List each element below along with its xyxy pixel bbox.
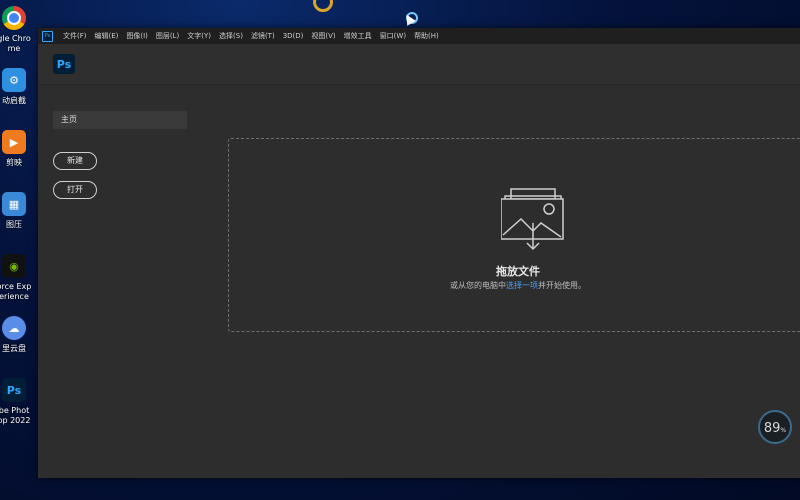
desktop-icon-compress[interactable]: ▦ 图压 xyxy=(0,192,36,230)
select-file-link[interactable]: 选择一项 xyxy=(506,281,538,290)
menu-view[interactable]: 视图(V) xyxy=(307,31,339,41)
menu-window[interactable]: 窗口(W) xyxy=(376,31,410,41)
menu-plugins[interactable]: 增效工具 xyxy=(340,31,376,41)
chrome-icon xyxy=(2,6,26,30)
desktop-icon-video[interactable]: ▶ 剪映 xyxy=(0,130,36,168)
menu-bar: Ps 文件(F) 编辑(E) 图像(I) 图层(L) 文字(Y) 选择(S) 滤… xyxy=(38,28,800,44)
photoshop-window: Ps 文件(F) 编辑(E) 图像(I) 图层(L) 文字(Y) 选择(S) 滤… xyxy=(38,28,800,478)
cloud-drive-icon: ☁ xyxy=(2,316,26,340)
menu-edit[interactable]: 编辑(E) xyxy=(91,31,123,41)
menu-type[interactable]: 文字(Y) xyxy=(183,31,215,41)
geforce-icon: ◉ xyxy=(2,254,26,278)
image-upload-icon xyxy=(501,188,564,251)
menu-3d[interactable]: 3D(D) xyxy=(279,32,308,40)
video-app-icon: ▶ xyxy=(2,130,26,154)
desktop-icon-auto[interactable]: ⚙ 动启截 xyxy=(0,68,36,106)
menu-filter[interactable]: 滤镜(T) xyxy=(247,31,279,41)
menu-file[interactable]: 文件(F) xyxy=(59,31,91,41)
open-button[interactable]: 打开 xyxy=(53,181,97,199)
photoshop-logo[interactable]: Ps xyxy=(53,54,75,74)
menu-help[interactable]: 帮助(H) xyxy=(410,31,443,41)
home-tab[interactable]: 主页 xyxy=(53,111,187,129)
auto-app-icon: ⚙ xyxy=(2,68,26,92)
desktop-icon-chrome[interactable]: gle Chro me xyxy=(0,6,36,54)
app-header: Ps xyxy=(38,44,800,85)
photoshop-mini-icon[interactable]: Ps xyxy=(42,30,53,42)
new-button[interactable]: 新建 xyxy=(53,152,97,170)
decorative-ring xyxy=(313,0,333,12)
desktop-icon-geforce[interactable]: ◉ orce Exp erience xyxy=(0,254,36,302)
drop-zone[interactable]: 拖放文件 或从您的电脑中选择一项并开始使用。 xyxy=(228,138,800,332)
home-screen: 主页 新建 打开 拖放文件 或从您的电脑中选择一项并开始使用。 xyxy=(38,85,800,478)
photoshop-desktop-icon: Ps xyxy=(2,378,26,402)
compress-app-icon: ▦ xyxy=(2,192,26,216)
menu-image[interactable]: 图像(I) xyxy=(122,31,152,41)
menu-select[interactable]: 选择(S) xyxy=(215,31,247,41)
drop-title: 拖放文件 xyxy=(496,265,540,278)
menu-layer[interactable]: 图层(L) xyxy=(152,31,183,41)
desktop-icon-cloud[interactable]: ☁ 里云盘 xyxy=(0,316,36,354)
performance-widget[interactable]: 89% xyxy=(758,410,792,444)
drop-subtitle: 或从您的电脑中选择一项并开始使用。 xyxy=(450,281,586,290)
desktop-icon-photoshop[interactable]: Ps be Phot op 2022 xyxy=(0,378,36,426)
